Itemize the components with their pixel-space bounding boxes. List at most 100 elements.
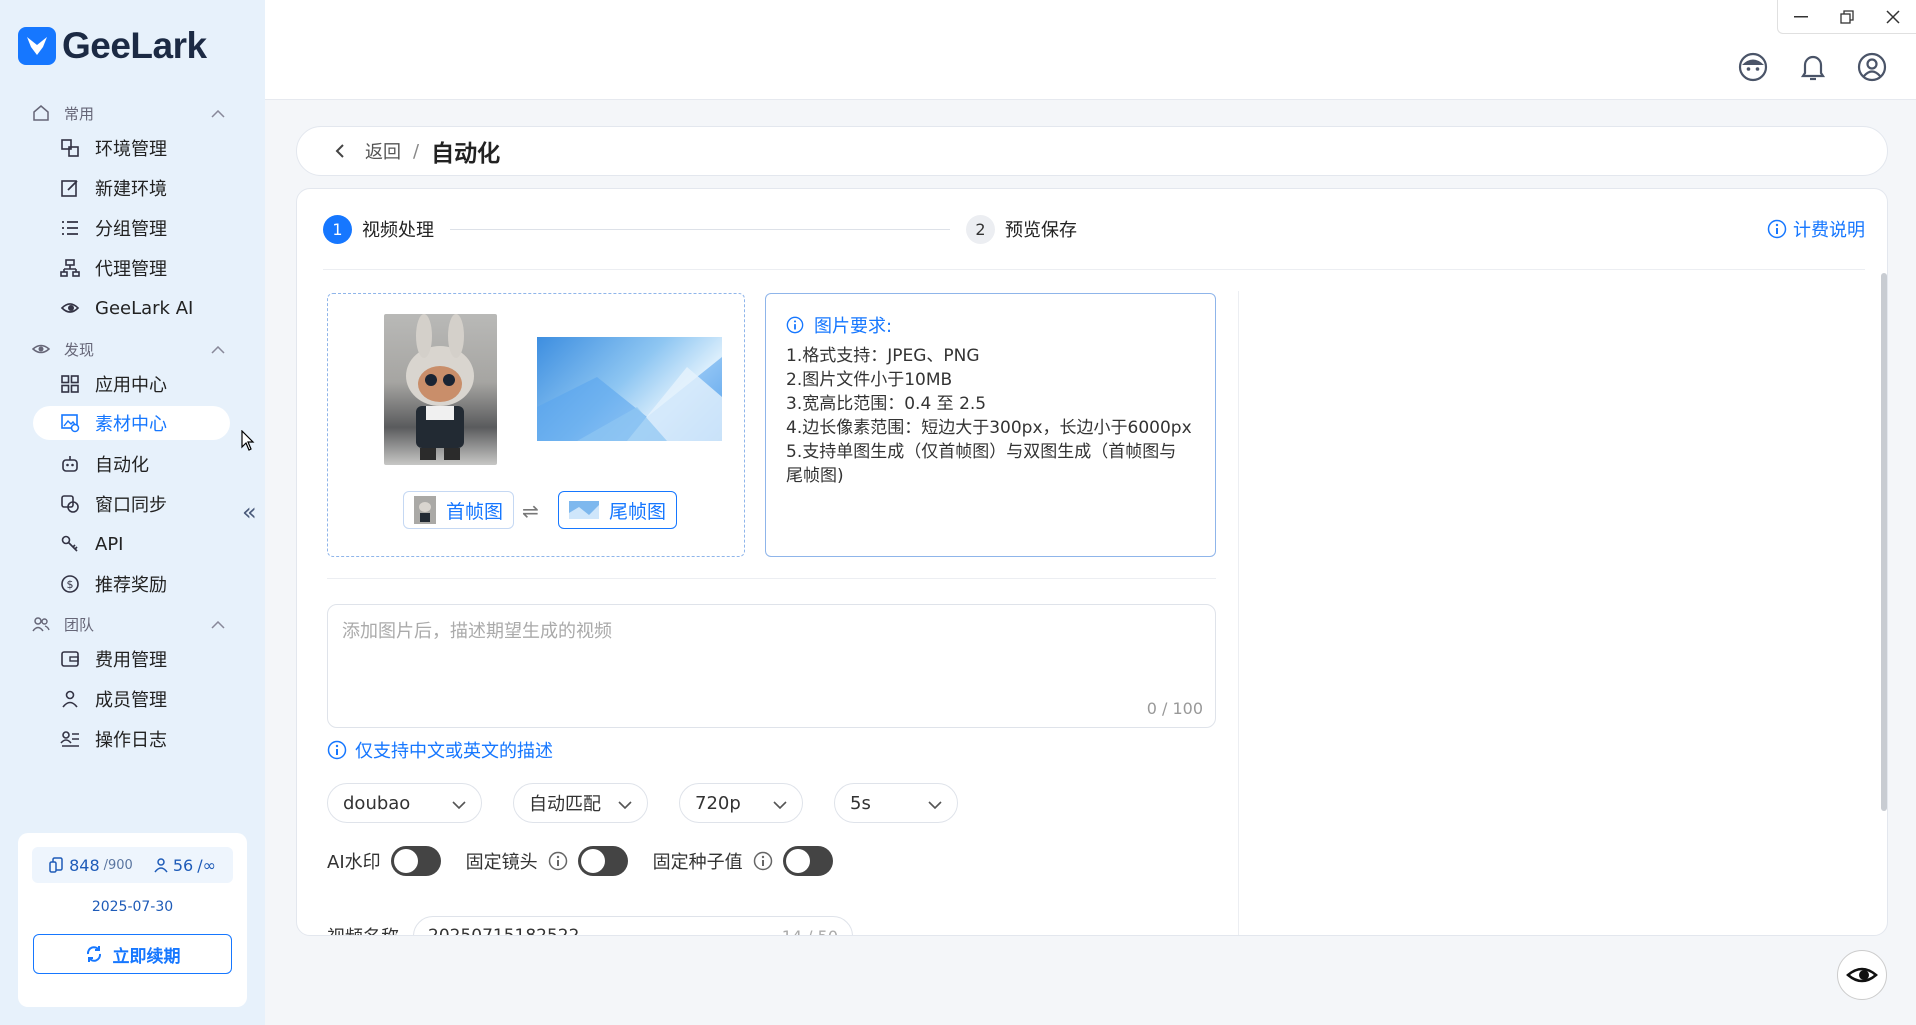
- billing-info-link[interactable]: 计费说明: [1767, 216, 1865, 242]
- scrollbar[interactable]: [1881, 273, 1887, 811]
- fixed-seed-label: 固定种子值: [652, 852, 743, 873]
- back-button[interactable]: 返回: [335, 138, 401, 164]
- step-connector: [450, 228, 950, 230]
- proxy-icon: [59, 257, 81, 279]
- sidebar-item-group-manage[interactable]: 分组管理: [33, 211, 230, 245]
- sidebar-item-referral[interactable]: $ 推荐奖励: [33, 567, 230, 601]
- sidebar-item-proxy-manage[interactable]: 代理管理: [33, 251, 230, 285]
- divider: [323, 269, 1865, 270]
- toggle-row: AI水印 固定镜头 固定种子值: [327, 846, 833, 876]
- duration-select[interactable]: 5s: [834, 783, 958, 823]
- requirements-title: 图片要求:: [814, 316, 893, 337]
- sidebar-item-app-center[interactable]: 应用中心: [33, 367, 230, 401]
- sidebar-item-window-sync[interactable]: 窗口同步: [33, 487, 230, 521]
- step-2-label: 预览保存: [1005, 220, 1077, 241]
- video-name-input[interactable]: 20250715182522 14 / 50: [413, 916, 853, 935]
- back-label: 返回: [365, 142, 401, 163]
- svg-text:$: $: [67, 578, 74, 591]
- model-select[interactable]: doubao: [327, 783, 482, 823]
- requirement-line: 1.格式支持：JPEG、PNG: [786, 346, 980, 366]
- section-header-common[interactable]: 常用: [30, 102, 225, 124]
- sidebar-item-operation-log[interactable]: 操作日志: [33, 722, 230, 756]
- image-library-icon: [59, 412, 81, 434]
- ratio-select[interactable]: 自动匹配: [513, 783, 648, 823]
- api-icon: [59, 533, 81, 555]
- prompt-counter: 0 / 100: [1146, 699, 1203, 718]
- floating-ai-assistant-button[interactable]: [1837, 950, 1887, 1000]
- eye-icon: [30, 338, 52, 360]
- model-value: doubao: [343, 792, 411, 814]
- first-frame-thumb: [414, 496, 436, 524]
- sidebar-item-geelark-ai[interactable]: GeeLark AI: [33, 291, 230, 325]
- section-header-team[interactable]: 团队: [30, 613, 225, 635]
- last-frame-button[interactable]: 尾帧图: [558, 491, 678, 529]
- renew-label: 立即续期: [112, 946, 181, 967]
- page-title: 自动化: [431, 141, 501, 167]
- swap-frames-icon[interactable]: ⇌: [522, 499, 539, 523]
- hint-text: 仅支持中文或英文的描述: [355, 741, 553, 762]
- prompt-textarea[interactable]: 添加图片后，描述期望生成的视频 0 / 100: [327, 604, 1216, 728]
- close-icon[interactable]: [1870, 0, 1916, 34]
- requirement-line: 5.支持单图生成（仅首帧图）与双图生成（首帧图与: [786, 442, 1177, 462]
- user-icon[interactable]: [1856, 51, 1888, 83]
- section-header-discover[interactable]: 发现: [30, 338, 225, 360]
- support-avatar-icon[interactable]: [1737, 51, 1769, 83]
- logo[interactable]: GeeLark: [18, 25, 207, 66]
- edit-icon: [59, 177, 81, 199]
- expiry-date: 2025-07-30: [91, 899, 174, 915]
- sidebar-item-label: 窗口同步: [95, 495, 167, 516]
- restore-icon[interactable]: [1824, 0, 1870, 34]
- sidebar-item-label: 费用管理: [95, 650, 167, 671]
- requirement-line: 尾帧图): [786, 466, 844, 486]
- sidebar-item-label: 推荐奖励: [95, 575, 167, 596]
- sidebar-item-label: 环境管理: [95, 139, 167, 160]
- last-frame-image[interactable]: [537, 337, 722, 441]
- step-1-number: 1: [323, 214, 352, 244]
- info-icon[interactable]: [753, 851, 773, 871]
- sidebar-item-billing-manage[interactable]: 费用管理: [33, 642, 230, 676]
- quota-panel: 848/900 56/∞ 2025-07-30 立即续期: [18, 833, 247, 1007]
- fixed-seed-toggle[interactable]: [782, 846, 833, 876]
- image-requirements-panel: 图片要求: 1.格式支持：JPEG、PNG 2.图片文件小于10MB 3.宽高比…: [765, 293, 1216, 557]
- sidebar-item-label: 应用中心: [95, 375, 167, 396]
- person-icon: [59, 688, 81, 710]
- collapse-sidebar-icon[interactable]: «: [242, 498, 257, 526]
- device-total: /900: [103, 857, 133, 873]
- app-name: GeeLark: [62, 25, 207, 66]
- sidebar-item-automation[interactable]: 自动化: [33, 447, 230, 481]
- refresh-icon: [86, 946, 101, 962]
- quota-counts: 848/900 56/∞: [32, 847, 233, 883]
- requirement-line: 2.图片文件小于10MB: [786, 370, 953, 390]
- info-icon: [786, 316, 804, 334]
- watermark-toggle[interactable]: [390, 846, 441, 876]
- device-icon: [49, 857, 63, 873]
- sidebar-item-member-manage[interactable]: 成员管理: [33, 682, 230, 716]
- fixed-camera-label: 固定镜头: [465, 852, 538, 873]
- eye-ai-icon: [59, 297, 81, 319]
- sidebar-item-api[interactable]: API: [33, 527, 230, 561]
- main-card: 1 视频处理 2 预览保存 计费说明 首帧图 ⇌ 尾帧图 图片要求: 1.格式支…: [296, 188, 1888, 936]
- sidebar-item-material-center[interactable]: 素材中心: [33, 406, 230, 440]
- first-frame-button[interactable]: 首帧图: [403, 491, 515, 529]
- bell-icon[interactable]: [1797, 51, 1829, 83]
- breadcrumb-separator: /: [413, 140, 420, 162]
- sidebar-item-new-env[interactable]: 新建环境: [33, 171, 230, 205]
- minimize-icon[interactable]: [1778, 0, 1824, 34]
- image-upload-area[interactable]: 首帧图 ⇌ 尾帧图: [327, 293, 745, 557]
- info-icon: [1767, 219, 1787, 239]
- renew-button[interactable]: 立即续期: [33, 934, 232, 974]
- info-icon[interactable]: [548, 851, 568, 871]
- language-hint: 仅支持中文或英文的描述: [327, 737, 553, 763]
- billing-label: 计费说明: [1793, 220, 1865, 241]
- last-frame-thumb: [569, 501, 599, 519]
- requirement-line: 4.边长像素范围：短边大于300px，长边小于6000px: [786, 418, 1192, 438]
- step-1-label: 视频处理: [362, 220, 434, 241]
- last-frame-label: 尾帧图: [609, 500, 667, 523]
- divider: [327, 578, 1216, 579]
- resolution-select[interactable]: 720p: [679, 783, 803, 823]
- sidebar-item-env-manage[interactable]: 环境管理: [33, 131, 230, 165]
- fixed-camera-toggle[interactable]: [577, 846, 628, 876]
- first-frame-image[interactable]: [384, 314, 497, 465]
- geelark-logo-icon: [18, 27, 56, 65]
- chevron-left-icon: [335, 144, 344, 158]
